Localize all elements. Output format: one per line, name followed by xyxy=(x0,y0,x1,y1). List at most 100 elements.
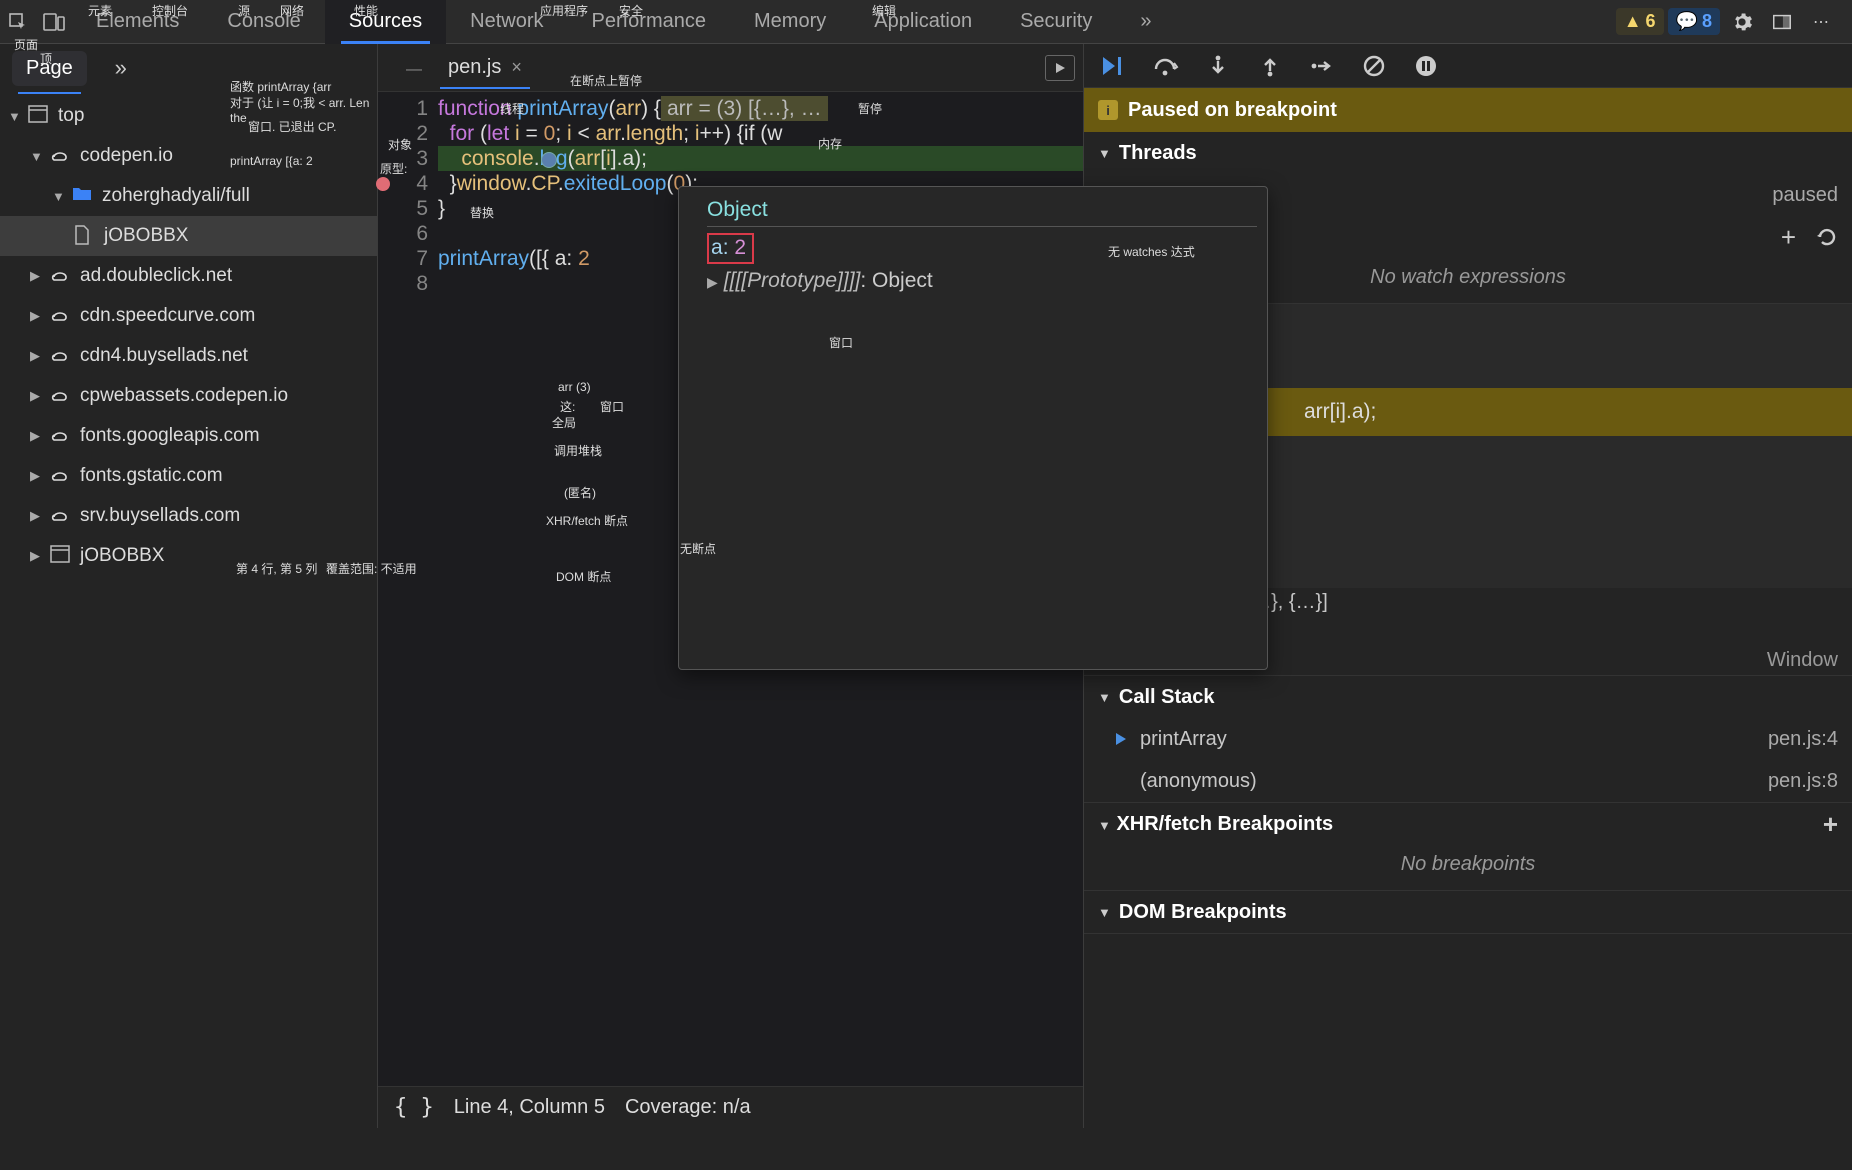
add-icon[interactable]: + xyxy=(1781,222,1796,253)
chevron-icon: ▼ xyxy=(8,109,20,124)
file-tree: ▼top▼codepen.io▼zoherghadyali/fulljOBOBB… xyxy=(0,92,377,580)
kebab-menu-icon[interactable]: ⋯ xyxy=(1804,4,1840,40)
settings-gear-icon[interactable] xyxy=(1724,4,1760,40)
resume-icon[interactable] xyxy=(1100,52,1128,80)
panel-tab-application[interactable]: Application xyxy=(850,0,996,44)
warning-icon: ▲ xyxy=(1624,11,1642,32)
message-icon: 💬 xyxy=(1676,11,1698,32)
line-number[interactable]: 8 xyxy=(378,271,428,296)
tooltip-divider xyxy=(707,226,1257,227)
file-navigator: 顶 函数 printArray {arr 对于 (让 i = 0;我 < arr… xyxy=(0,44,378,1128)
code-line[interactable]: for (let i = 0; i < arr.length; i++) {if… xyxy=(438,121,1083,146)
section-header-dom[interactable]: ▼DOM Breakpoints xyxy=(1084,891,1852,933)
line-number[interactable]: 6 xyxy=(378,221,428,246)
section-header-call-stack[interactable]: ▼Call Stack xyxy=(1084,676,1852,718)
tree-item-label: ad.doubleclick.net xyxy=(80,265,232,287)
tree-item-cpwebassets-codepen-io[interactable]: ▶cpwebassets.codepen.io xyxy=(0,376,377,416)
tree-item-ad-doubleclick-net[interactable]: ▶ad.doubleclick.net xyxy=(0,256,377,296)
warning-badge[interactable]: ▲6 xyxy=(1616,8,1664,35)
file-tab-label: pen.js xyxy=(448,56,501,79)
navigator-tab-page[interactable]: Page xyxy=(12,51,87,86)
tooltip-prototype[interactable]: ▶[[[[Prototype]]]]: Object xyxy=(707,268,1257,295)
line-number[interactable]: 4 xyxy=(378,171,428,196)
section-header-xhr[interactable]: ▼ XHR/fetch Breakpoints + xyxy=(1084,803,1852,845)
section-call-stack: ▼Call Stack printArraypen.js:4(anonymous… xyxy=(1084,676,1852,803)
paused-info-bar: i Paused on breakpoint xyxy=(1084,88,1852,132)
step-into-icon[interactable] xyxy=(1204,52,1232,80)
domain-icon xyxy=(50,305,72,327)
threads-title: Threads xyxy=(1119,142,1197,165)
panel-tab-memory[interactable]: Memory xyxy=(730,0,850,44)
dom-title: DOM Breakpoints xyxy=(1119,901,1287,924)
frame-name: printArray xyxy=(1140,728,1227,751)
close-tab-icon[interactable]: × xyxy=(511,57,522,78)
triangle-down-icon: ▼ xyxy=(1098,818,1111,833)
domain-icon xyxy=(50,265,72,287)
stack-frame-printArray[interactable]: printArraypen.js:4 xyxy=(1084,718,1852,760)
main-grid: 顶 函数 printArray {arr 对于 (让 i = 0;我 < arr… xyxy=(0,44,1852,1128)
panel-tab-network[interactable]: Network xyxy=(446,0,567,44)
line-number[interactable]: 5 xyxy=(378,196,428,221)
line-number[interactable]: 7 xyxy=(378,246,428,271)
line-number[interactable]: 2 xyxy=(378,121,428,146)
deactivate-breakpoints-icon[interactable] xyxy=(1360,52,1388,80)
line-number[interactable]: 3 xyxy=(378,146,428,171)
paused-message: Paused on breakpoint xyxy=(1128,99,1337,122)
window-icon xyxy=(50,545,72,567)
proto-label: [[Prototype]] xyxy=(735,269,848,292)
proto-value: Object xyxy=(872,269,933,292)
panel-tab-elements[interactable]: Elements xyxy=(72,0,203,44)
xhr-empty: No breakpoints xyxy=(1084,845,1852,890)
chevron-more-icon[interactable]: » xyxy=(103,50,139,86)
panel-tab-console[interactable]: Console xyxy=(203,0,324,44)
run-snippet-icon[interactable] xyxy=(1045,55,1075,81)
source-editor-pane: 在断点上暂停 线程 暂停 — pen.js × 12345678 内存 无 wa… xyxy=(378,44,1083,1128)
tree-item-fonts-gstatic-com[interactable]: ▶fonts.gstatic.com xyxy=(0,456,377,496)
tree-item-top[interactable]: ▼top xyxy=(0,96,377,136)
tree-item-zoherghadyali-full[interactable]: ▼zoherghadyali/full xyxy=(0,176,377,216)
panel-tabs: ElementsConsoleSourcesNetworkPerformance… xyxy=(72,0,1616,44)
section-dom-breakpoints: ▼DOM Breakpoints xyxy=(1084,891,1852,934)
tree-item-fonts-googleapis-com[interactable]: ▶fonts.googleapis.com xyxy=(0,416,377,456)
line-gutter[interactable]: 12345678 xyxy=(378,92,438,1086)
step-out-icon[interactable] xyxy=(1256,52,1284,80)
panel-tab-sources[interactable]: Sources xyxy=(325,0,446,44)
tree-item-cdn-speedcurve-com[interactable]: ▶cdn.speedcurve.com xyxy=(0,296,377,336)
section-header-threads[interactable]: ▼ Threads xyxy=(1084,132,1852,174)
tree-item-cdn4-buysellads-net[interactable]: ▶cdn4.buysellads.net xyxy=(0,336,377,376)
file-tab-pen-js[interactable]: pen.js × xyxy=(436,56,534,79)
panel-tab-security[interactable]: Security xyxy=(996,0,1116,44)
line-number[interactable]: 1 xyxy=(378,96,428,121)
current-frame-icon xyxy=(1114,773,1130,789)
anno: 窗口 xyxy=(829,331,853,356)
tree-item-codepen-io[interactable]: ▼codepen.io xyxy=(0,136,377,176)
tree-item-srv-buysellads-com[interactable]: ▶srv.buysellads.com xyxy=(0,496,377,536)
code-editor[interactable]: 12345678 内存 无 watches 达式 function printA… xyxy=(378,92,1083,1086)
collapse-icon[interactable]: — xyxy=(396,52,432,88)
code-line[interactable]: function printArray(arr) {arr = (3) [{…}… xyxy=(438,96,1083,121)
code-line[interactable]: console.log(arr[i].a); xyxy=(438,146,1083,171)
step-over-icon[interactable] xyxy=(1152,52,1180,80)
add-icon[interactable]: + xyxy=(1823,809,1838,840)
panel-tabs-overflow-icon[interactable]: » xyxy=(1116,0,1175,44)
panel-tab-performance[interactable]: Performance xyxy=(568,0,731,44)
scope-origin: Window xyxy=(1767,649,1838,672)
inspect-element-icon[interactable] xyxy=(0,4,36,40)
tree-item-label: cpwebassets.codepen.io xyxy=(80,385,288,407)
triangle-down-icon: ▼ xyxy=(1098,690,1111,705)
error-badge[interactable]: 💬8 xyxy=(1668,8,1720,35)
dock-side-icon[interactable] xyxy=(1764,4,1800,40)
step-icon[interactable] xyxy=(1308,52,1336,80)
triangle-down-icon: ▼ xyxy=(1098,146,1111,161)
device-mode-icon[interactable] xyxy=(36,4,72,40)
tree-item-label: srv.buysellads.com xyxy=(80,505,240,527)
refresh-icon[interactable] xyxy=(1816,226,1838,248)
tooltip-property[interactable]: a: 2 xyxy=(707,233,754,264)
tree-item-jobobbx[interactable]: ▶jOBOBBX xyxy=(0,536,377,576)
devtools-toolbar: 页面 元素 控制台 源 网络 性能 应用程序 安全 编辑 ElementsCon… xyxy=(0,0,1852,44)
stack-frame-anonymous[interactable]: (anonymous)pen.js:8 xyxy=(1084,760,1852,802)
section-xhr-breakpoints: ▼ XHR/fetch Breakpoints + No breakpoints xyxy=(1084,803,1852,891)
tree-item-jobobbx[interactable]: jOBOBBX xyxy=(0,216,377,256)
pause-on-exceptions-icon[interactable] xyxy=(1412,52,1440,80)
pretty-print-icon[interactable]: { } xyxy=(394,1095,434,1120)
